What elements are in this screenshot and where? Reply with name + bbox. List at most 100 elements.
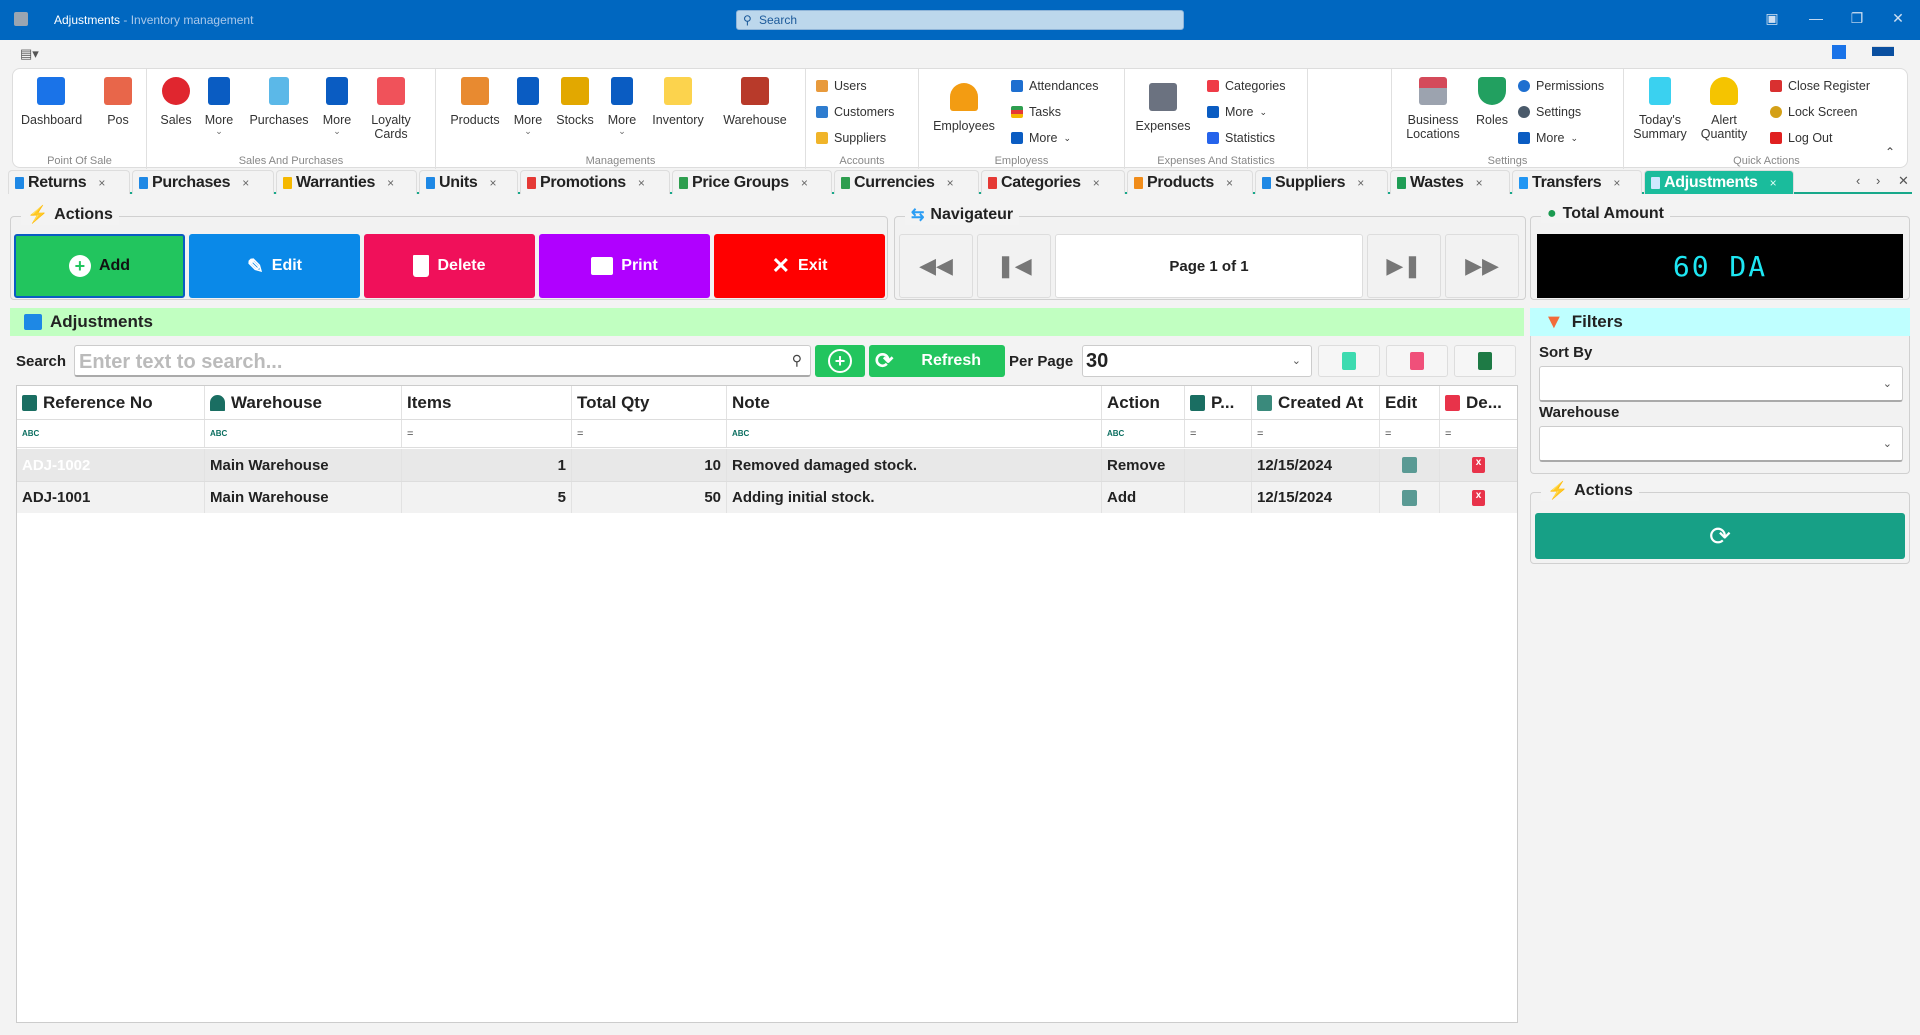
first-page-button[interactable]: ◀◀ — [899, 234, 973, 298]
tab-units[interactable]: Units × — [419, 170, 518, 194]
tab-promotions[interactable]: Promotions × — [520, 170, 670, 194]
export-excel-button[interactable] — [1454, 345, 1516, 377]
edit-button[interactable]: ✎ Edit — [189, 234, 360, 298]
ribbon-item-more-stocks[interactable]: More ⌄ — [604, 77, 640, 136]
ribbon-item-dashboard[interactable]: Dashboard — [21, 77, 82, 127]
tab-purchases[interactable]: Purchases × — [132, 170, 274, 194]
column-header-total-qty[interactable]: Total Qty — [572, 386, 727, 419]
ribbon-item-close-register[interactable]: Close Register — [1770, 77, 1870, 95]
maximize-icon[interactable]: ❐ — [1847, 10, 1867, 30]
ribbon-item-warehouse[interactable]: Warehouse — [718, 77, 792, 127]
ribbon-item-more-settings[interactable]: More ⌄ — [1518, 129, 1578, 147]
export-csv-button[interactable] — [1318, 345, 1380, 377]
table-row[interactable]: ADJ-1001 Main Warehouse 5 50 Adding init… — [17, 481, 1517, 513]
ribbon-item-suppliers[interactable]: Suppliers — [816, 129, 886, 147]
column-header-warehouse[interactable]: Warehouse — [205, 386, 402, 419]
delete-button[interactable]: Delete — [364, 234, 535, 298]
reset-filters-button[interactable]: ⟳ — [1535, 513, 1905, 559]
close-all-tabs-icon[interactable]: ✕ — [1898, 173, 1909, 189]
ribbon-item-business-locations[interactable]: Business Locations — [1398, 77, 1468, 141]
tab-scroll-left-icon[interactable]: ‹ — [1856, 173, 1860, 188]
tab-wastes[interactable]: Wastes × — [1390, 170, 1510, 194]
close-tab-icon[interactable]: × — [1093, 176, 1100, 190]
close-icon[interactable]: ✕ — [1888, 10, 1908, 30]
filter-cell-created-at[interactable]: = — [1252, 420, 1380, 447]
ribbon-item-log-out[interactable]: Log Out — [1770, 129, 1832, 147]
close-tab-icon[interactable]: × — [242, 176, 249, 190]
close-tab-icon[interactable]: × — [1613, 176, 1620, 190]
filter-cell-edit[interactable]: = — [1380, 420, 1440, 447]
tab-products[interactable]: Products × — [1127, 170, 1253, 194]
next-page-button[interactable]: ▶❚ — [1367, 234, 1441, 298]
close-tab-icon[interactable]: × — [947, 176, 954, 190]
tab-adjustments[interactable]: Adjustments × — [1644, 170, 1794, 194]
search-icon[interactable]: ⚲ — [792, 352, 802, 369]
tab-suppliers[interactable]: Suppliers × — [1255, 170, 1388, 194]
column-header-action[interactable]: Action — [1102, 386, 1185, 419]
ribbon-item-more-employees[interactable]: More ⌄ — [1011, 129, 1071, 147]
ribbon-item-purchases[interactable]: Purchases — [245, 77, 313, 127]
tab-categories[interactable]: Categories × — [981, 170, 1125, 194]
edit-row-icon[interactable] — [1402, 489, 1417, 506]
column-header-items[interactable]: Items — [402, 386, 572, 419]
filter-cell-total-qty[interactable]: = — [572, 420, 727, 447]
global-search-input[interactable]: ⚲ Search — [736, 10, 1184, 30]
filter-cell-warehouse[interactable]: ABC — [205, 420, 402, 447]
ribbon-item-settings[interactable]: Settings — [1518, 103, 1581, 121]
ribbon-item-pos[interactable]: Pos — [101, 77, 135, 127]
column-header-print[interactable]: P... — [1185, 386, 1252, 419]
ribbon-menu-icon[interactable]: ▤▾ — [20, 46, 39, 62]
close-tab-icon[interactable]: × — [1770, 176, 1777, 190]
refresh-button[interactable]: ⟳ Refresh — [869, 345, 1005, 377]
ribbon-item-statistics[interactable]: Statistics — [1207, 129, 1275, 147]
layout-icon[interactable] — [1832, 45, 1846, 59]
filter-cell-print[interactable]: = — [1185, 420, 1252, 447]
ribbon-item-permissions[interactable]: Permissions — [1518, 77, 1604, 95]
ribbon-item-inventory[interactable]: Inventory — [646, 77, 710, 127]
tab-price-groups[interactable]: Price Groups × — [672, 170, 832, 194]
delete-row-icon[interactable]: x — [1472, 457, 1485, 473]
per-page-select[interactable]: 30 ⌄ — [1082, 345, 1312, 377]
search-input[interactable]: Enter text to search... ⚲ — [74, 345, 811, 377]
warehouse-filter-select[interactable]: ⌄ — [1539, 426, 1903, 462]
close-tab-icon[interactable]: × — [98, 176, 105, 190]
filter-cell-reference-no[interactable]: ABC — [17, 420, 205, 447]
close-tab-icon[interactable]: × — [1226, 176, 1233, 190]
table-row[interactable]: ADJ-1002 Main Warehouse 1 10 Removed dam… — [17, 449, 1517, 481]
close-tab-icon[interactable]: × — [387, 176, 394, 190]
ribbon-item-sales[interactable]: Sales — [157, 77, 195, 127]
edit-row-icon[interactable] — [1402, 457, 1417, 473]
ribbon-item-tasks[interactable]: Tasks — [1011, 103, 1061, 121]
sort-by-select[interactable]: ⌄ — [1539, 366, 1903, 402]
ribbon-item-attendances[interactable]: Attendances — [1011, 77, 1099, 95]
tab-transfers[interactable]: Transfers × — [1512, 170, 1642, 194]
close-tab-icon[interactable]: × — [490, 176, 497, 190]
theme-icon[interactable] — [1872, 46, 1894, 56]
print-button[interactable]: Print — [539, 234, 710, 298]
delete-row-icon[interactable]: x — [1472, 489, 1485, 506]
filter-cell-delete[interactable]: = — [1440, 420, 1517, 447]
column-header-edit[interactable]: Edit — [1380, 386, 1440, 419]
last-page-button[interactable]: ▶▶ — [1445, 234, 1519, 298]
ribbon-item-todays-summary[interactable]: Today's Summary — [1630, 77, 1690, 141]
close-tab-icon[interactable]: × — [1476, 176, 1483, 190]
minimize-icon[interactable]: — — [1806, 10, 1826, 30]
tab-currencies[interactable]: Currencies × — [834, 170, 979, 194]
ribbon-item-customers[interactable]: Customers — [816, 103, 894, 121]
column-header-created-at[interactable]: Created At — [1252, 386, 1380, 419]
ribbon-item-roles[interactable]: Roles — [1472, 77, 1512, 127]
ribbon-item-more-expenses[interactable]: More ⌄ — [1207, 103, 1267, 121]
previous-page-button[interactable]: ❚◀ — [977, 234, 1051, 298]
exit-button[interactable]: ✕ Exit — [714, 234, 885, 298]
ribbon-item-more-products[interactable]: More ⌄ — [510, 77, 546, 136]
tab-warranties[interactable]: Warranties × — [276, 170, 417, 194]
ribbon-item-products[interactable]: Products — [444, 77, 506, 127]
filter-cell-items[interactable]: = — [402, 420, 572, 447]
close-tab-icon[interactable]: × — [801, 176, 808, 190]
restore-icon[interactable]: ▣ — [1762, 10, 1782, 30]
ribbon-item-lock-screen[interactable]: Lock Screen — [1770, 103, 1857, 121]
close-tab-icon[interactable]: × — [1357, 176, 1364, 190]
export-pdf-button[interactable] — [1386, 345, 1448, 377]
add-button[interactable]: + Add — [14, 234, 185, 298]
ribbon-item-alert-quantity[interactable]: Alert Quantity — [1696, 77, 1752, 141]
